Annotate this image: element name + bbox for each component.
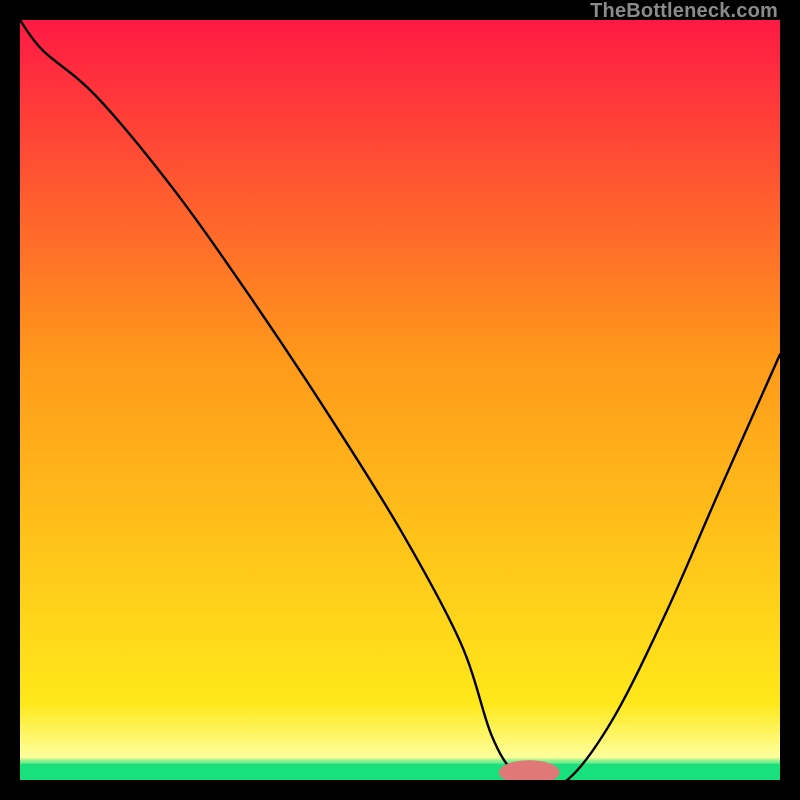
chart-frame: TheBottleneck.com xyxy=(0,0,800,800)
bottleneck-chart xyxy=(20,20,780,780)
gradient-background xyxy=(20,20,780,780)
